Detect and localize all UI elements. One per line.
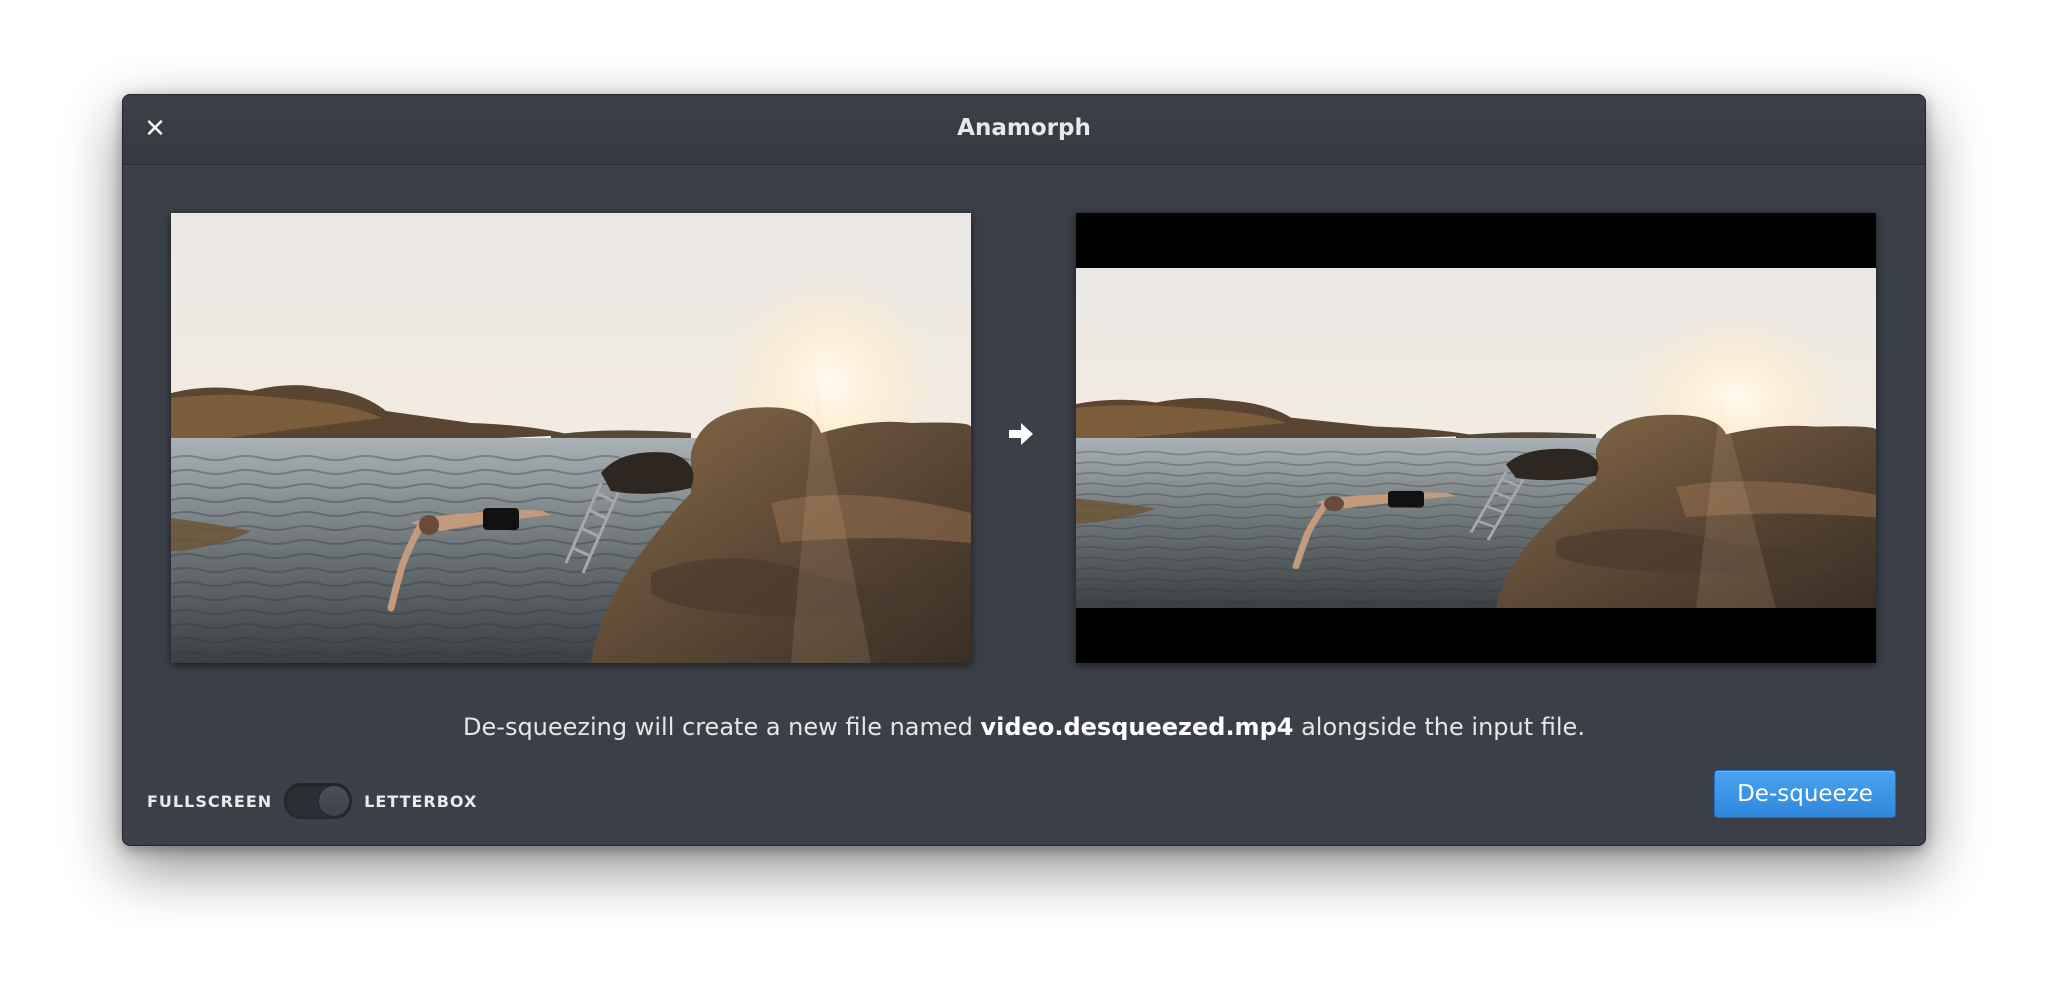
fullscreen-label: FULLSCREEN	[147, 791, 273, 811]
input-preview-image	[171, 213, 971, 663]
input-preview	[171, 213, 971, 663]
output-preview	[1076, 213, 1876, 663]
output-filename: video.desqueezed.mp4	[980, 713, 1294, 741]
app-window: ✕ Anamorph De-squeezing will create a ne…	[122, 94, 1926, 846]
fullscreen-letterbox-switch[interactable]	[284, 783, 353, 819]
mode-toggle: FULLSCREEN LETTERBOX	[147, 783, 477, 819]
output-preview-image	[1076, 268, 1876, 608]
window-title: Anamorph	[957, 115, 1091, 141]
desqueeze-button[interactable]: De-squeeze	[1714, 770, 1896, 818]
arrow-right-icon	[1009, 423, 1033, 445]
letterbox-label: LETTERBOX	[364, 791, 478, 811]
titlebar: ✕ Anamorph	[123, 95, 1925, 165]
output-info-text: De-squeezing will create a new file name…	[123, 713, 1925, 741]
info-suffix: alongside the input file.	[1293, 713, 1585, 741]
switch-knob	[318, 785, 351, 817]
info-prefix: De-squeezing will create a new file name…	[463, 713, 981, 741]
